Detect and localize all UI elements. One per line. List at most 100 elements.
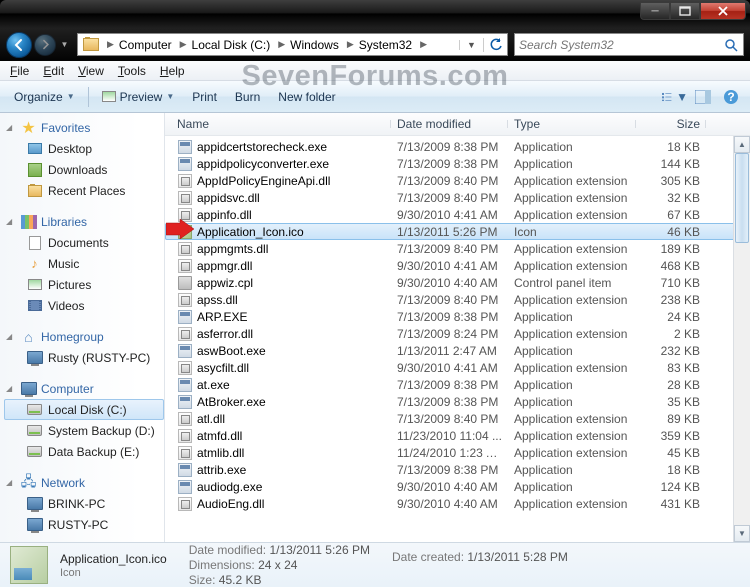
chevron-right-icon[interactable]: ▶ xyxy=(275,39,288,50)
column-type[interactable]: Type xyxy=(508,117,636,131)
scroll-up-button[interactable]: ▲ xyxy=(734,136,750,153)
column-name[interactable]: Name xyxy=(171,117,391,131)
column-size[interactable]: Size xyxy=(636,117,706,131)
file-row[interactable]: atl.dll7/13/2009 8:40 PMApplication exte… xyxy=(165,410,750,427)
libraries-icon xyxy=(20,213,37,230)
file-row[interactable]: appmgr.dll9/30/2010 4:41 AMApplication e… xyxy=(165,257,750,274)
sidebar-item-rusty-pc[interactable]: RUSTY-PC xyxy=(4,514,164,535)
file-row[interactable]: appidsvc.dll7/13/2009 8:40 PMApplication… xyxy=(165,189,750,206)
search-box[interactable] xyxy=(514,33,744,56)
scroll-thumb[interactable] xyxy=(735,153,749,243)
search-input[interactable] xyxy=(519,38,723,52)
file-row[interactable]: audiodg.exe9/30/2010 4:40 AMApplication1… xyxy=(165,478,750,495)
file-row[interactable]: appwiz.cpl9/30/2010 4:40 AMControl panel… xyxy=(165,274,750,291)
sidebar-item-system-backup-d-[interactable]: System Backup (D:) xyxy=(4,420,164,441)
file-row[interactable]: appmgmts.dll7/13/2009 8:40 PMApplication… xyxy=(165,240,750,257)
menu-help[interactable]: Help xyxy=(153,62,192,80)
sidebar-item-music[interactable]: ♪Music xyxy=(4,253,164,274)
folder-icon xyxy=(26,276,43,293)
address-dropdown[interactable]: ▼ xyxy=(459,40,483,50)
help-button[interactable]: ? xyxy=(718,85,744,109)
new-folder-button[interactable]: New folder xyxy=(270,87,343,107)
sidebar-group-network[interactable]: ◢🖧Network xyxy=(4,472,164,493)
print-button[interactable]: Print xyxy=(184,87,225,107)
file-row[interactable]: asferror.dll7/13/2009 8:24 PMApplication… xyxy=(165,325,750,342)
file-icon xyxy=(177,173,193,189)
file-row[interactable]: Application_Icon.ico1/13/2011 5:26 PMIco… xyxy=(165,223,750,240)
breadcrumb-local-disk-c-[interactable]: Local Disk (C:) xyxy=(190,34,276,55)
history-dropdown[interactable]: ▼ xyxy=(58,34,71,56)
sidebar-item-pictures[interactable]: Pictures xyxy=(4,274,164,295)
chevron-right-icon[interactable]: ▶ xyxy=(104,39,117,50)
minimize-button[interactable]: ─ xyxy=(640,2,670,20)
sidebar-item-recent-places[interactable]: Recent Places xyxy=(4,180,164,201)
file-icon xyxy=(177,275,193,291)
sidebar-item-videos[interactable]: Videos xyxy=(4,295,164,316)
file-row[interactable]: AudioEng.dll9/30/2010 4:40 AMApplication… xyxy=(165,495,750,512)
chevron-right-icon[interactable]: ▶ xyxy=(417,39,430,50)
back-button[interactable] xyxy=(6,32,32,58)
column-date[interactable]: Date modified xyxy=(391,117,508,131)
preview-button[interactable]: Preview▼ xyxy=(94,87,183,107)
sidebar-group-computer[interactable]: ◢Computer xyxy=(4,378,164,399)
file-row[interactable]: aswBoot.exe1/13/2011 2:47 AMApplication2… xyxy=(165,342,750,359)
file-icon xyxy=(177,428,193,444)
scroll-down-button[interactable]: ▼ xyxy=(734,525,750,542)
view-mode-button[interactable]: ▼ xyxy=(662,85,688,109)
vertical-scrollbar[interactable]: ▲ ▼ xyxy=(733,136,750,542)
file-row[interactable]: AtBroker.exe7/13/2009 8:38 PMApplication… xyxy=(165,393,750,410)
organize-button[interactable]: Organize▼ xyxy=(6,87,83,107)
sidebar-item-desktop[interactable]: Desktop xyxy=(4,138,164,159)
command-toolbar: Organize▼ Preview▼ Print Burn New folder… xyxy=(0,81,750,113)
chevron-right-icon[interactable]: ▶ xyxy=(177,39,190,50)
menu-tools[interactable]: Tools xyxy=(111,62,153,80)
file-icon xyxy=(177,258,193,274)
refresh-button[interactable] xyxy=(483,38,507,52)
file-icon xyxy=(177,462,193,478)
file-icon xyxy=(177,394,193,410)
navigation-pane: ◢★FavoritesDesktopDownloadsRecent Places… xyxy=(0,113,165,542)
file-row[interactable]: attrib.exe7/13/2009 8:38 PMApplication18… xyxy=(165,461,750,478)
folder-icon xyxy=(26,182,43,199)
sidebar-item-brink-pc[interactable]: BRINK-PC xyxy=(4,493,164,514)
picture-icon xyxy=(102,91,116,102)
sidebar-group-homegroup[interactable]: ◢⌂Homegroup xyxy=(4,326,164,347)
sidebar-item-rusty-rusty-pc-[interactable]: Rusty (RUSTY-PC) xyxy=(4,347,164,368)
file-row[interactable]: atmlib.dll11/24/2010 1:23 AMApplication … xyxy=(165,444,750,461)
breadcrumb-system32[interactable]: System32 xyxy=(357,34,417,55)
sidebar-group-libraries[interactable]: ◢Libraries xyxy=(4,211,164,232)
file-row[interactable]: appinfo.dll9/30/2010 4:41 AMApplication … xyxy=(165,206,750,223)
menu-edit[interactable]: Edit xyxy=(36,62,71,80)
chevron-right-icon[interactable]: ▶ xyxy=(344,39,357,50)
search-icon[interactable] xyxy=(723,38,739,52)
svg-text:?: ? xyxy=(727,90,734,104)
burn-button[interactable]: Burn xyxy=(227,87,268,107)
menu-bar: File Edit View Tools Help xyxy=(0,61,750,81)
sidebar-group-favorites[interactable]: ◢★Favorites xyxy=(4,117,164,138)
file-row[interactable]: apss.dll7/13/2009 8:40 PMApplication ext… xyxy=(165,291,750,308)
file-row[interactable]: at.exe7/13/2009 8:38 PMApplication28 KB xyxy=(165,376,750,393)
forward-button[interactable] xyxy=(34,34,56,56)
file-row[interactable]: asycfilt.dll9/30/2010 4:41 AMApplication… xyxy=(165,359,750,376)
breadcrumb-computer[interactable]: Computer xyxy=(117,34,177,55)
sidebar-item-local-disk-c-[interactable]: Local Disk (C:) xyxy=(4,399,164,420)
sidebar-item-data-backup-e-[interactable]: Data Backup (E:) xyxy=(4,441,164,462)
maximize-button[interactable] xyxy=(670,2,700,20)
file-row[interactable]: appidpolicyconverter.exe7/13/2009 8:38 P… xyxy=(165,155,750,172)
file-icon xyxy=(177,139,193,155)
close-button[interactable] xyxy=(700,2,746,20)
folder-icon xyxy=(26,516,43,533)
menu-file[interactable]: File xyxy=(3,62,36,80)
file-row[interactable]: ARP.EXE7/13/2009 8:38 PMApplication24 KB xyxy=(165,308,750,325)
file-row[interactable]: AppIdPolicyEngineApi.dll7/13/2009 8:40 P… xyxy=(165,172,750,189)
address-bar[interactable]: ▶Computer▶Local Disk (C:)▶Windows▶System… xyxy=(77,33,508,56)
file-row[interactable]: atmfd.dll11/23/2010 11:04 ...Application… xyxy=(165,427,750,444)
breadcrumb-windows[interactable]: Windows xyxy=(288,34,344,55)
menu-view[interactable]: View xyxy=(71,62,111,80)
sidebar-item-documents[interactable]: Documents xyxy=(4,232,164,253)
title-bar: ─ xyxy=(0,0,750,28)
preview-pane-button[interactable] xyxy=(690,85,716,109)
sidebar-item-downloads[interactable]: Downloads xyxy=(4,159,164,180)
file-icon xyxy=(177,326,193,342)
file-row[interactable]: appidcertstorecheck.exe7/13/2009 8:38 PM… xyxy=(165,138,750,155)
